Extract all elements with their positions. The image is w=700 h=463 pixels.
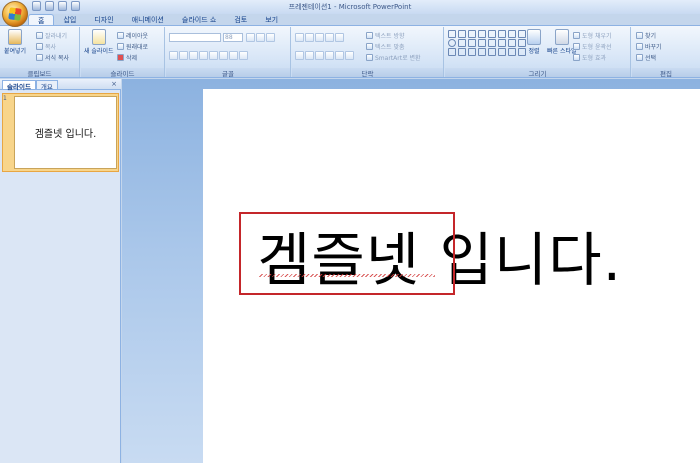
copy-button[interactable]: 복사 xyxy=(36,42,56,51)
italic-icon[interactable] xyxy=(179,51,188,60)
text-direction-button[interactable]: 텍스트 방향 xyxy=(366,31,405,40)
line-spacing-icon[interactable] xyxy=(335,33,344,42)
reset-button[interactable]: 원래대로 xyxy=(117,42,148,51)
effects-icon xyxy=(573,54,580,61)
select-button[interactable]: 선택 xyxy=(636,53,656,62)
shape-fill-button[interactable]: 도형 채우기 xyxy=(573,31,612,40)
underline-icon[interactable] xyxy=(189,51,198,60)
new-slide-button[interactable]: 새 슬라이드 xyxy=(84,29,114,55)
slide-canvas[interactable]: 겜즐넷 입니다. xyxy=(203,89,700,463)
format-painter-button[interactable]: 서식 복사 xyxy=(36,53,69,62)
delete-slide-button[interactable]: 삭제 xyxy=(117,53,137,62)
selection-highlight-box xyxy=(239,212,455,295)
ribbon: 붙여넣기 잘라내기 복사 서식 복사 클립보드 새 슬라이드 레이아웃 원래대로… xyxy=(0,25,700,78)
shapes-gallery[interactable] xyxy=(448,30,526,56)
copy-icon xyxy=(36,43,43,50)
panel-tabs: 슬라이드 개요 xyxy=(0,79,121,91)
thumbnail-text: 겜즐넷 입니다. xyxy=(34,129,97,140)
shape-outline-button[interactable]: 도형 윤곽선 xyxy=(573,42,612,51)
justify-icon[interactable] xyxy=(325,51,334,60)
delete-icon xyxy=(117,54,124,61)
font-group-label: 글꼴 xyxy=(166,68,290,78)
arrange-icon xyxy=(527,29,541,45)
text-direction-icon xyxy=(366,32,373,39)
clipboard-group: 붙여넣기 잘라내기 복사 서식 복사 클립보드 xyxy=(0,27,80,78)
replace-icon xyxy=(636,43,643,50)
reset-icon xyxy=(117,43,124,50)
paragraph-group-label: 단락 xyxy=(292,68,443,78)
bold-icon[interactable] xyxy=(169,51,178,60)
font-group: 88 글꼴 xyxy=(166,27,291,78)
arrange-button[interactable]: 정렬 xyxy=(527,29,541,55)
replace-button[interactable]: 바꾸기 xyxy=(636,42,662,51)
font-style-buttons xyxy=(169,51,248,60)
font-size-combo[interactable]: 88 xyxy=(223,33,243,42)
smartart-button[interactable]: SmartArt로 변환 xyxy=(366,53,421,62)
bullets-icon[interactable] xyxy=(295,33,304,42)
clear-format-icon[interactable] xyxy=(266,33,275,42)
change-case-icon[interactable] xyxy=(229,51,238,60)
align-right-icon[interactable] xyxy=(315,51,324,60)
smartart-icon xyxy=(366,54,373,61)
clipboard-group-label: 클립보드 xyxy=(0,68,79,78)
brush-icon xyxy=(36,54,43,61)
new-slide-icon xyxy=(91,29,106,45)
align-center-icon[interactable] xyxy=(305,51,314,60)
binoculars-icon xyxy=(636,32,643,39)
office-logo-icon xyxy=(8,7,22,21)
decrease-indent-icon[interactable] xyxy=(315,33,324,42)
slide-editing-area: 겜즐넷 입니다. xyxy=(122,79,700,463)
panel-tab-outline[interactable]: 개요 xyxy=(35,80,58,91)
slide-thumbnail[interactable]: 겜즐넷 입니다. xyxy=(14,96,117,169)
strikethrough-icon[interactable] xyxy=(199,51,208,60)
cursor-icon xyxy=(636,54,643,61)
list-buttons xyxy=(295,33,344,42)
paragraph-group: 텍스트 방향 텍스트 맞춤 SmartArt로 변환 단락 xyxy=(292,27,444,78)
shrink-font-icon[interactable] xyxy=(256,33,265,42)
editing-group-label: 편집 xyxy=(632,68,700,78)
panel-close-button[interactable]: × xyxy=(111,80,117,88)
columns-icon[interactable] xyxy=(335,51,344,60)
align-left-icon[interactable] xyxy=(295,51,304,60)
numbering-icon[interactable] xyxy=(305,33,314,42)
drawing-group: 정렬 빠른 스타일 도형 채우기 도형 윤곽선 도형 효과 그리기 xyxy=(445,27,631,78)
window-title: 프레젠테이션1 - Microsoft PowerPoint xyxy=(288,3,412,11)
char-spacing-icon[interactable] xyxy=(219,51,228,60)
slides-group-label: 슬라이드 xyxy=(81,68,164,78)
align-text-button[interactable]: 텍스트 맞춤 xyxy=(366,42,405,51)
increase-indent-icon[interactable] xyxy=(325,33,334,42)
grow-font-icon[interactable] xyxy=(246,33,255,42)
shadow-icon[interactable] xyxy=(209,51,218,60)
paste-icon xyxy=(8,29,23,45)
cut-button[interactable]: 잘라내기 xyxy=(36,31,67,40)
drawing-group-label: 그리기 xyxy=(445,68,630,78)
font-name-combo[interactable] xyxy=(169,33,221,42)
fill-icon xyxy=(573,32,580,39)
title-bar: 프레젠테이션1 - Microsoft PowerPoint xyxy=(0,0,700,14)
outline-icon xyxy=(573,43,580,50)
align-buttons xyxy=(295,51,354,60)
office-button[interactable] xyxy=(2,1,28,27)
layout-button[interactable]: 레이아웃 xyxy=(117,31,148,40)
find-button[interactable]: 찾기 xyxy=(636,31,656,40)
layout-icon xyxy=(117,32,124,39)
align-text-icon xyxy=(366,43,373,50)
scissors-icon xyxy=(36,32,43,39)
editing-group: 찾기 바꾸기 선택 편집 xyxy=(632,27,700,78)
paste-button[interactable]: 붙여넣기 xyxy=(4,29,26,55)
distribute-icon[interactable] xyxy=(345,51,354,60)
font-size-buttons xyxy=(246,33,275,42)
shape-effects-button[interactable]: 도형 효과 xyxy=(573,53,606,62)
font-color-icon[interactable] xyxy=(239,51,248,60)
panel-tab-slides[interactable]: 슬라이드 xyxy=(2,80,36,91)
slide-number: 1 xyxy=(3,95,7,102)
slides-panel: 슬라이드 개요 × 1 겜즐넷 입니다. xyxy=(0,79,121,463)
slides-group: 새 슬라이드 레이아웃 원래대로 삭제 슬라이드 xyxy=(81,27,165,78)
quick-styles-icon xyxy=(554,29,569,45)
